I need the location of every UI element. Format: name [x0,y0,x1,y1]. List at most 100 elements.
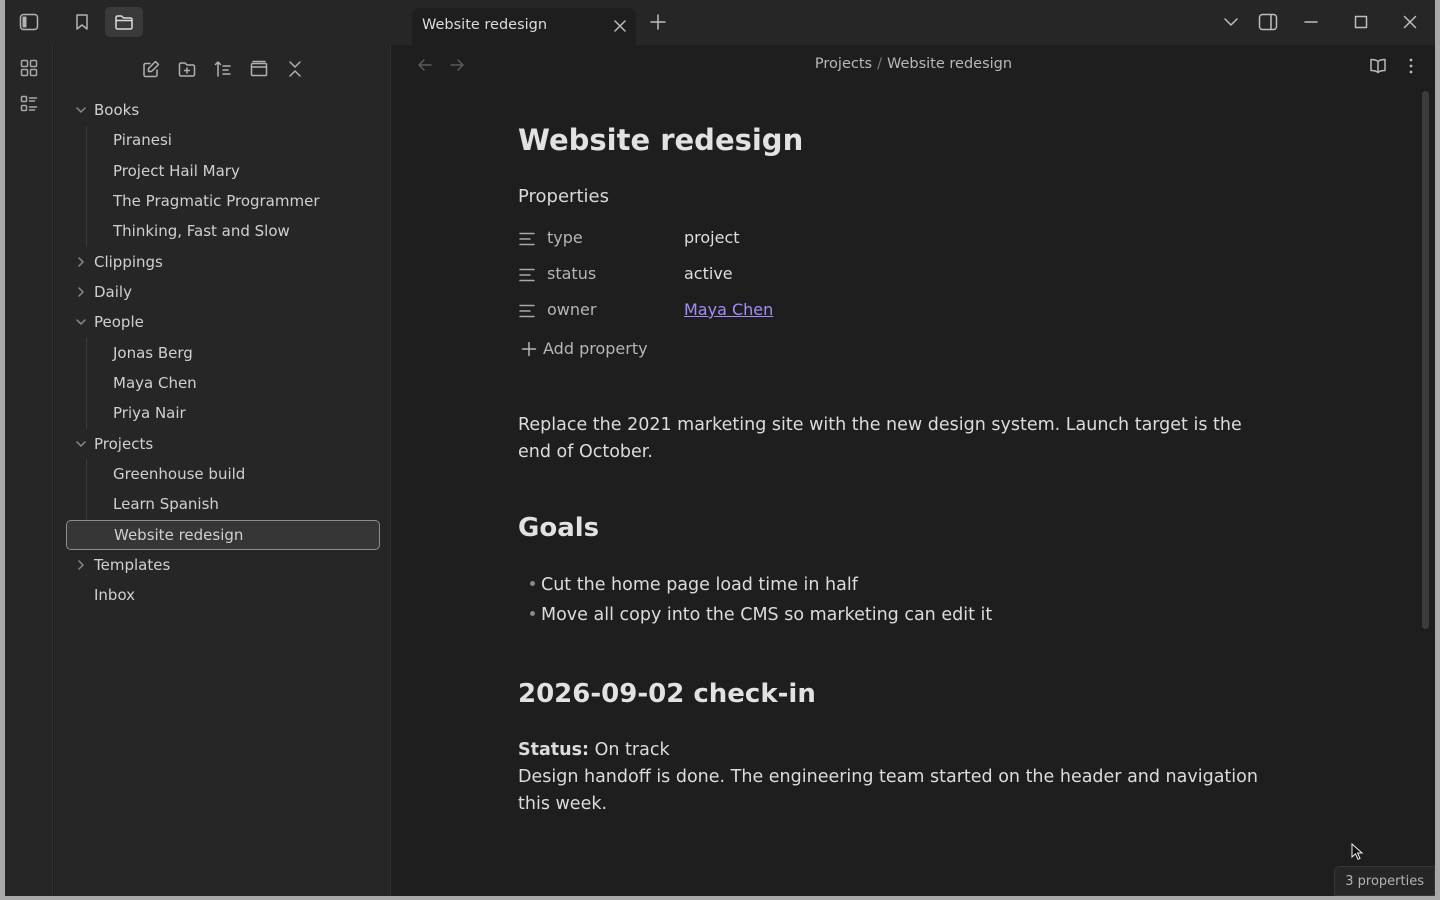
collapse-icon [289,61,301,77]
tree-item-label: Website redesign [114,525,244,544]
tab-title: Website redesign [422,17,548,33]
edit-icon [143,60,160,78]
file-explorer: Books Piranesi Project Hail Mary The Pragma… [54,45,391,896]
bullet-dot [530,580,535,586]
property-key[interactable]: owner [547,300,596,319]
add-property-button[interactable]: Add property [521,339,648,358]
sidebar-left-icon [19,13,39,31]
chevron-down-icon [76,440,86,447]
reading-view-button[interactable] [1366,54,1390,78]
graph-view-button[interactable] [15,54,43,82]
tree-item-label: Piranesi [113,131,172,150]
tree-item-label: Inbox [94,586,136,605]
tree-item-label: Maya Chen [113,373,197,392]
new-tab-button[interactable] [643,7,673,37]
file-item-piranesi[interactable]: Piranesi [66,125,380,155]
minimize-icon [1304,21,1318,23]
status-bar-properties[interactable]: 3 properties [1334,866,1435,896]
editor-scrollbar[interactable] [1422,91,1429,629]
folder-item-projects[interactable]: Projects [66,429,380,459]
tab-website-redesign[interactable]: Website redesign [412,8,636,45]
property-key[interactable]: status [547,264,596,283]
chevron-right-icon [78,256,84,267]
checkin-status-line[interactable]: Status: On track [518,737,1278,764]
property-value[interactable]: active [684,264,733,283]
text-lines-icon [519,232,535,246]
more-vertical-icon [1409,58,1413,74]
sidebar-right-icon [1258,13,1278,31]
maximize-button[interactable] [1346,7,1376,37]
folder-item-books[interactable]: Books [66,95,380,125]
chevron-right-icon [78,560,84,570]
file-item-learn-spanish[interactable]: Learn Spanish [66,489,380,519]
property-row-owner[interactable]: owner Maya Chen [518,298,1118,324]
file-explorer-button[interactable] [105,7,143,37]
chevron-down-icon [76,319,86,326]
tree-item-label: Priya Nair [113,404,186,423]
tree-item-label: People [94,313,144,332]
intro-paragraph[interactable]: Replace the 2021 marketing site with the… [518,412,1278,466]
outline-button[interactable] [15,90,43,118]
folder-item-clippings[interactable]: Clippings [66,247,380,277]
maximize-icon [1354,15,1368,29]
properties-count: 3 properties [1345,873,1424,889]
folder-item-people[interactable]: People [66,307,380,337]
close-icon [614,20,626,32]
bookmarks-button[interactable] [63,7,101,37]
property-key[interactable]: type [547,228,583,247]
note-title[interactable]: Website redesign [518,123,803,157]
chevron-down-icon [76,107,86,113]
sort-button[interactable] [209,55,237,83]
goal-item[interactable]: Move all copy into the CMS so marketing … [530,605,992,625]
goal-item[interactable]: Cut the home page load time in half [530,575,858,595]
plus-icon [521,341,537,356]
minimize-button[interactable] [1296,7,1326,37]
checkin-paragraph[interactable]: Design handoff is done. The engineering … [518,764,1278,818]
left-ribbon [5,45,53,896]
property-value[interactable]: project [684,228,740,247]
chevron-down-icon [1224,18,1238,26]
folder-item-daily[interactable]: Daily [66,277,380,307]
list-icon [20,95,38,112]
file-item-greenhouse-build[interactable]: Greenhouse build [66,459,380,489]
new-folder-button[interactable] [173,55,201,83]
close-window-button[interactable] [1395,7,1425,37]
goal-item-text: Cut the home page load time in half [541,575,858,595]
file-item-priya-nair[interactable]: Priya Nair [66,398,380,428]
toggle-right-sidebar-button[interactable] [1253,7,1283,37]
folder-item-templates[interactable]: Templates [66,550,380,580]
owner-link[interactable]: Maya Chen [684,300,773,319]
property-row-type[interactable]: type project [518,226,1118,252]
more-options-button[interactable] [1399,54,1423,78]
app-window: Website redesign Books Piranesi Project … [5,0,1435,896]
tree-item-label: Daily [94,282,132,301]
property-row-status[interactable]: status active [518,262,1118,288]
checkin-heading[interactable]: 2026-09-02 check-in [518,679,816,709]
file-item-thinking-fast-and-slow[interactable]: Thinking, Fast and Slow [66,216,380,246]
editor-pane: Projects / Website redesign Website redesi… [392,45,1435,896]
breadcrumb-current[interactable]: Website redesign [887,56,1012,72]
file-item-project-hail-mary[interactable]: Project Hail Mary [66,156,380,186]
bullet-dot [530,610,535,616]
tab-list-dropdown[interactable] [1216,7,1246,37]
file-item-website-redesign[interactable]: Website redesign [66,519,380,550]
tree-item-label: The Pragmatic Programmer [113,191,320,210]
bookmark-icon [76,14,88,30]
goal-item-text: Move all copy into the CMS so marketing … [541,605,993,625]
goals-heading[interactable]: Goals [518,513,599,543]
chevron-right-icon [78,287,84,297]
auto-reveal-button[interactable] [245,55,273,83]
text-lines-icon [519,268,535,282]
file-item-inbox[interactable]: Inbox [66,580,380,610]
sort-icon [214,61,231,77]
collapse-all-button[interactable] [281,55,309,83]
breadcrumb-parent[interactable]: Projects [815,56,872,72]
new-note-button[interactable] [137,55,165,83]
toggle-left-sidebar-button[interactable] [10,7,48,37]
file-item-the-pragmatic-programmer[interactable]: The Pragmatic Programmer [66,186,380,216]
file-item-jonas-berg[interactable]: Jonas Berg [66,338,380,368]
tree-item-label: Templates [94,555,171,574]
properties-heading[interactable]: Properties [518,186,609,207]
file-item-maya-chen[interactable]: Maya Chen [66,368,380,398]
tab-close-button[interactable] [609,15,631,37]
